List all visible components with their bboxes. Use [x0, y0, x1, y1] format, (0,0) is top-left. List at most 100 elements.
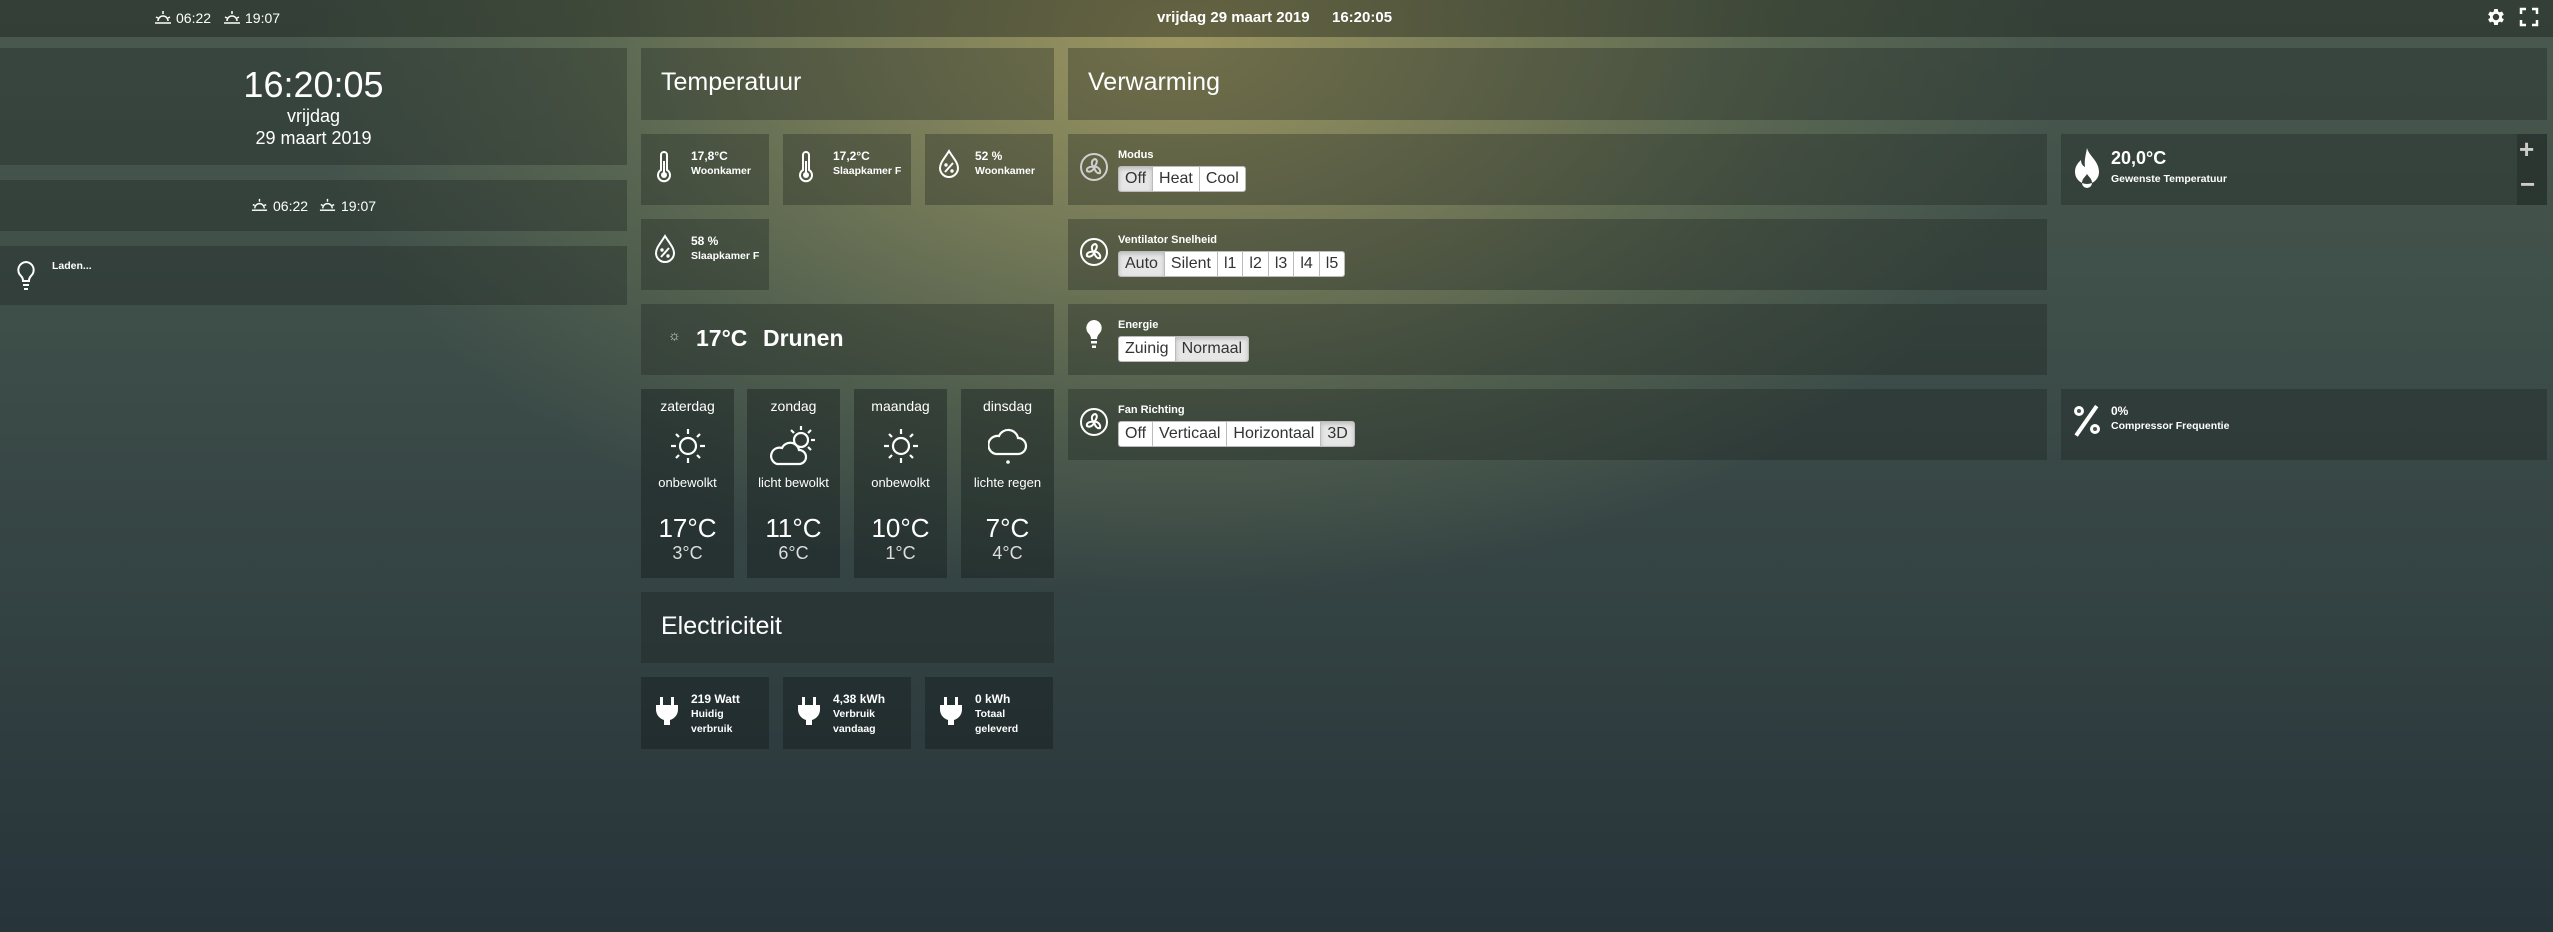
compressor-panel: 0% Compressor Frequentie	[2061, 389, 2547, 460]
fan-speed-l3-button[interactable]: l3	[1267, 251, 1294, 277]
mode-cool-button[interactable]: Cool	[1198, 166, 1246, 192]
fan-direction-3d-button[interactable]: 3D	[1320, 421, 1355, 447]
tile-value: 4,38 kWh	[833, 692, 886, 706]
forecast-desc: onbewolkt	[871, 475, 930, 490]
forecast-desc: onbewolkt	[658, 475, 717, 490]
sun-icon	[671, 429, 705, 463]
percent-icon	[2074, 404, 2100, 437]
tile-label: Huidig verbruik	[691, 708, 733, 735]
mode-button-group: Off Heat Cool	[1118, 166, 1246, 192]
fan-direction-horizontal-button[interactable]: Horizontaal	[1226, 421, 1321, 447]
electricity-tile: 4,38 kWh Verbruik vandaag	[783, 677, 911, 749]
fan-speed-l2-button[interactable]: l2	[1242, 251, 1268, 277]
fan-icon	[1080, 238, 1108, 266]
current-temp: 17°C	[696, 325, 748, 351]
forecast-high: 10°C	[871, 513, 930, 543]
mode-panel: Modus Off Heat Cool	[1068, 134, 2047, 205]
top-bar: 06:22 19:07 vrijdag 29 maart 2019 16:20:…	[0, 0, 2553, 37]
forecast-day: maandag onbewolkt 10°C 1°C	[854, 389, 947, 578]
fan-speed-l5-button[interactable]: l5	[1318, 251, 1346, 277]
lightbulb-icon	[1086, 320, 1102, 348]
compressor-value: 0%	[2111, 404, 2129, 418]
tile-value: 0 kWh	[975, 692, 1011, 706]
temperature-title: Temperatuur	[661, 68, 802, 96]
fullscreen-icon[interactable]	[2519, 7, 2539, 27]
fan-speed-label: Ventilator Snelheid	[1118, 234, 1218, 246]
electricity-title: Electriciteit	[661, 612, 782, 640]
mode-label: Modus	[1118, 149, 1154, 161]
thermometer-icon	[799, 151, 813, 183]
plug-icon	[798, 697, 820, 725]
fan-icon	[1080, 153, 1108, 181]
fan-speed-silent-button[interactable]: Silent	[1163, 251, 1217, 277]
sunrise-icon	[155, 11, 171, 24]
topbar-sunrise: 06:22	[176, 10, 212, 26]
gear-icon[interactable]	[2485, 6, 2507, 28]
fan-speed-button-group: Auto Silent l1 l2 l3 l4 l5	[1118, 251, 1346, 277]
thermometer-icon	[657, 151, 671, 183]
electricity-tile: 0 kWh Totaal geleverd	[925, 677, 1053, 749]
forecast-day: zaterdag onbewolkt 17°C 3°C	[641, 389, 734, 578]
weather-sun-icon: ☼	[668, 327, 681, 343]
tile-label: Woonkamer	[975, 165, 1035, 177]
clock-weekday: vrijdag	[286, 106, 341, 126]
tile-label: Slaapkamer F	[833, 165, 902, 177]
tile-value: 219 Watt	[691, 692, 740, 706]
heating-title: Verwarming	[1088, 68, 1220, 96]
fan-speed-l1-button[interactable]: l1	[1216, 251, 1243, 277]
humidity-icon	[938, 149, 960, 178]
tile-label: Verbruik vandaag	[833, 708, 876, 735]
tile-value: 17,8°C	[691, 149, 728, 163]
partly-cloudy-icon	[770, 426, 815, 466]
setpoint-value: 20,0°C	[2111, 148, 2167, 168]
tile-value: 52 %	[975, 149, 1003, 163]
clock-panel: 16:20:05 vrijdag 29 maart 2019	[0, 48, 627, 165]
plug-icon	[656, 697, 678, 725]
humidity-tile: 52 % Woonkamer	[925, 134, 1053, 205]
energy-button-group: Zuinig Normaal	[1118, 336, 1250, 362]
energy-zuinig-button[interactable]: Zuinig	[1118, 336, 1175, 362]
weather-location: Drunen	[763, 325, 844, 351]
setpoint-panel: 20,0°C Gewenste Temperatuur + −	[2061, 134, 2547, 205]
forecast-day-name: dinsdag	[982, 398, 1033, 414]
fan-direction-vertical-button[interactable]: Verticaal	[1152, 421, 1227, 447]
plus-icon[interactable]: +	[2519, 135, 2534, 163]
forecast-desc: lichte regen	[973, 475, 1042, 490]
clock-date: 29 maart 2019	[255, 128, 372, 148]
sunset-icon	[319, 198, 336, 211]
forecast-day-name: zondag	[770, 398, 817, 414]
tile-label: Slaapkamer F	[691, 250, 760, 262]
forecast-day-name: maandag	[871, 398, 930, 414]
energy-panel: Energie Zuinig Normaal	[1068, 304, 2047, 375]
tile-value: 58 %	[691, 234, 719, 248]
fan-direction-panel: Fan Richting Off Verticaal Horizontaal 3…	[1068, 389, 2047, 460]
sunset-icon	[224, 11, 240, 24]
fan-direction-label: Fan Richting	[1118, 404, 1185, 416]
fan-speed-panel: Ventilator Snelheid Auto Silent l1 l2 l3…	[1068, 219, 2047, 290]
energy-normaal-button[interactable]: Normaal	[1174, 336, 1250, 362]
flame-icon	[2075, 148, 2099, 188]
topbar-date: vrijdag 29 maart 2019	[1157, 9, 1310, 26]
compressor-label: Compressor Frequentie	[2111, 420, 2230, 432]
fan-speed-auto-button[interactable]: Auto	[1118, 251, 1164, 277]
forecast-day: dinsdag lichte regen 7°C 4°C	[961, 389, 1054, 578]
loading-panel: Laden...	[0, 246, 627, 305]
tile-label: Woonkamer	[691, 165, 751, 177]
fan-direction-off-button[interactable]: Off	[1118, 421, 1153, 447]
electricity-header: Electriciteit	[641, 592, 1054, 663]
mode-off-button[interactable]: Off	[1118, 166, 1153, 192]
sunrise-time: 06:22	[273, 198, 309, 214]
forecast-high: 7°C	[985, 513, 1030, 543]
energy-label: Energie	[1118, 319, 1159, 331]
forecast-day: zondag licht bewolkt 11°C 6°C	[747, 389, 840, 578]
sun-panel: 06:22 19:07	[0, 180, 627, 231]
forecast-desc: licht bewolkt	[758, 475, 829, 490]
minus-icon[interactable]: −	[2520, 170, 2535, 198]
mode-heat-button[interactable]: Heat	[1152, 166, 1199, 192]
temperature-tile: 17,8°C Woonkamer	[641, 134, 769, 205]
current-weather-panel: ☼ 17°C Drunen	[641, 304, 1054, 375]
topbar-sunset: 19:07	[245, 10, 281, 26]
forecast-day-name: zaterdag	[660, 398, 715, 414]
setpoint-label: Gewenste Temperatuur	[2111, 173, 2227, 185]
fan-speed-l4-button[interactable]: l4	[1293, 251, 1319, 277]
